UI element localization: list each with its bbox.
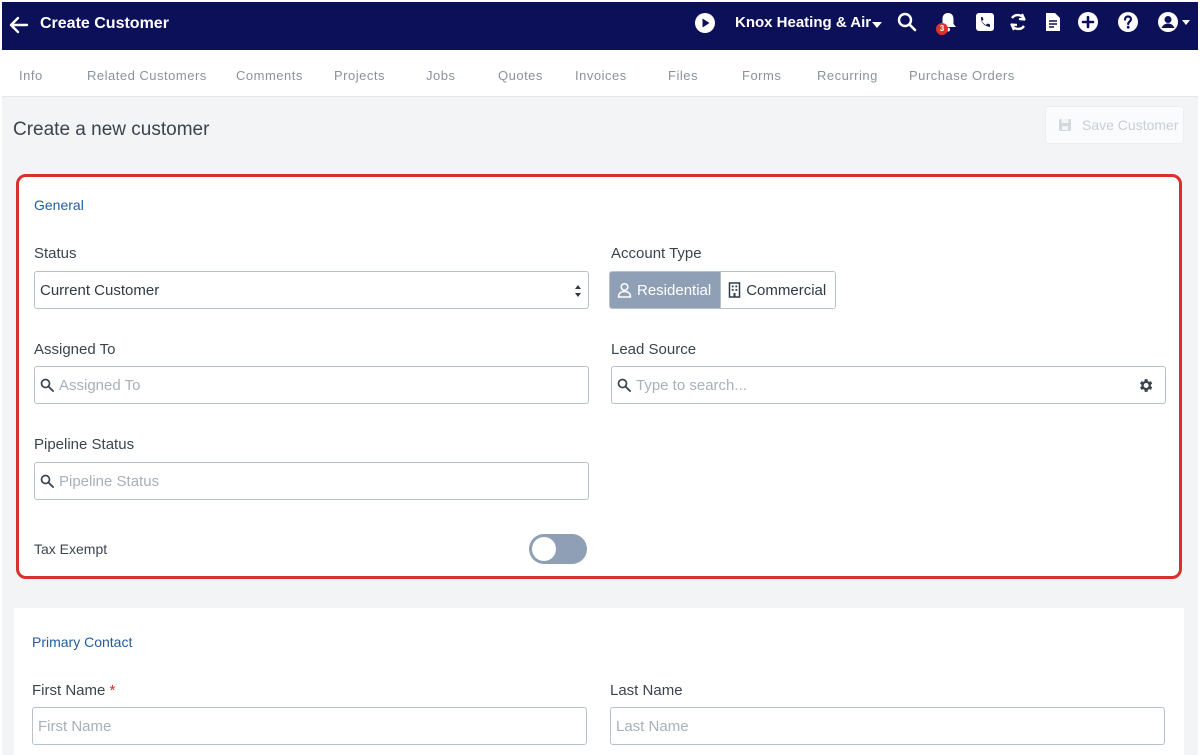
status-select[interactable]: Current Customer (34, 271, 589, 309)
building-icon (728, 282, 741, 298)
person-icon (617, 282, 632, 298)
tax-exempt-label: Tax Exempt (34, 541, 108, 557)
notification-badge: 3 (936, 23, 948, 35)
general-section: General Status Current Customer Account … (16, 174, 1182, 579)
lead-source-label: Lead Source (611, 341, 697, 358)
plus-circle-icon[interactable] (1077, 11, 1099, 33)
tab-jobs[interactable]: Jobs (426, 68, 455, 83)
assigned-to-input[interactable]: Assigned To (34, 366, 589, 404)
sync-icon[interactable] (1007, 11, 1029, 33)
lead-source-input[interactable]: Type to search... (611, 366, 1166, 404)
account-type-toggle: Residential Commercial (609, 271, 837, 309)
tab-purchase-orders[interactable]: Purchase Orders (909, 68, 1015, 83)
required-marker: * (109, 682, 116, 699)
tab-forms[interactable]: Forms (742, 68, 781, 83)
last-name-input[interactable]: Last Name (610, 707, 1165, 745)
save-customer-label: Save Customer (1082, 117, 1179, 133)
tab-invoices[interactable]: Invoices (575, 68, 627, 83)
top-bar: Create Customer Knox Heating & Air 3 (2, 2, 1198, 50)
search-icon[interactable] (896, 11, 918, 33)
form-heading: Create a new customer (13, 119, 210, 140)
pipeline-status-label: Pipeline Status (34, 436, 135, 453)
last-name-placeholder: Last Name (616, 717, 689, 735)
primary-contact-section: Primary Contact First Name * First Name … (14, 608, 1184, 755)
first-name-input[interactable]: First Name (32, 707, 587, 745)
tab-recurring[interactable]: Recurring (817, 68, 878, 83)
first-name-placeholder: First Name (38, 717, 112, 735)
search-icon (40, 474, 54, 488)
play-icon[interactable] (694, 12, 716, 34)
first-name-label-text: First Name (32, 682, 106, 699)
save-icon (1059, 119, 1071, 131)
search-icon (617, 378, 631, 392)
first-name-label: First Name * (32, 682, 115, 699)
page-title: Create Customer (40, 15, 169, 32)
primary-contact-heading: Primary Contact (32, 634, 133, 650)
residential-label: Residential (637, 281, 712, 299)
record-tabs: Info Related Customers Comments Projects… (2, 50, 1198, 97)
general-heading: General (34, 197, 84, 213)
last-name-label: Last Name (610, 682, 683, 699)
help-icon[interactable] (1117, 11, 1139, 33)
save-customer-button[interactable]: Save Customer (1045, 106, 1184, 144)
status-value: Current Customer (40, 281, 160, 299)
user-account-icon[interactable] (1157, 11, 1193, 33)
document-icon[interactable] (1042, 11, 1064, 33)
app-frame: Create Customer Knox Heating & Air 3 Inf… (2, 2, 1198, 755)
tab-quotes[interactable]: Quotes (498, 68, 543, 83)
tab-files[interactable]: Files (668, 68, 698, 83)
select-arrows-icon (575, 285, 581, 297)
commercial-option[interactable]: Commercial (720, 272, 836, 308)
tab-info[interactable]: Info (19, 68, 43, 83)
tab-projects[interactable]: Projects (334, 68, 385, 83)
commercial-label: Commercial (746, 281, 827, 299)
pipeline-status-input[interactable]: Pipeline Status (34, 462, 589, 500)
company-selector[interactable]: Knox Heating & Air (735, 14, 871, 31)
tab-related-customers[interactable]: Related Customers (87, 68, 207, 83)
account-type-label: Account Type (611, 245, 702, 262)
back-arrow-icon[interactable] (8, 14, 30, 36)
toggle-knob (532, 537, 556, 561)
caret-down-icon[interactable] (870, 17, 884, 31)
residential-option[interactable]: Residential (610, 272, 721, 308)
pipeline-status-placeholder: Pipeline Status (59, 472, 160, 490)
assigned-to-placeholder: Assigned To (59, 376, 141, 394)
search-icon (40, 378, 54, 392)
lead-source-placeholder: Type to search... (636, 376, 747, 394)
status-label: Status (34, 245, 77, 262)
assigned-to-label: Assigned To (34, 341, 116, 358)
tab-comments[interactable]: Comments (236, 68, 303, 83)
phone-icon[interactable] (974, 11, 996, 33)
gear-icon[interactable] (1137, 377, 1154, 394)
tax-exempt-toggle[interactable] (529, 534, 587, 564)
